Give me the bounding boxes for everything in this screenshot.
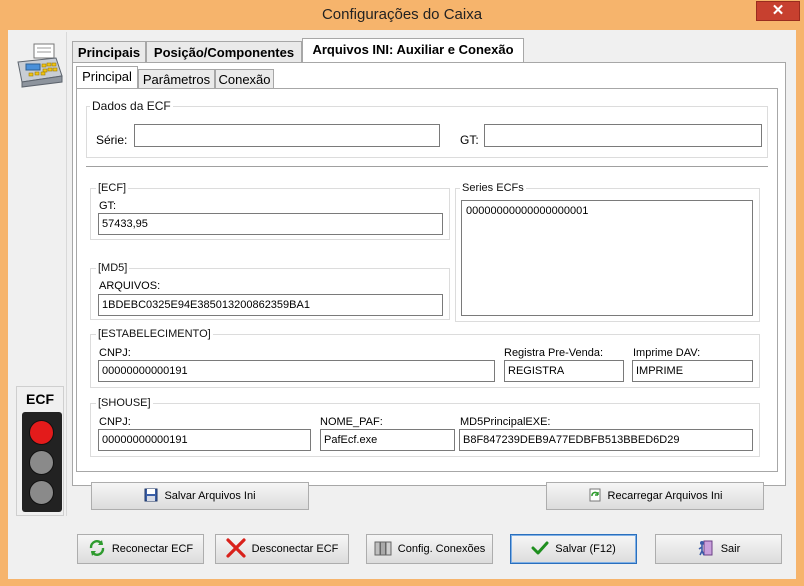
window-title: Configurações do Caixa bbox=[321, 6, 483, 23]
status-green-light bbox=[29, 480, 54, 505]
shouse-cnpj-label: CNPJ: bbox=[99, 416, 131, 428]
separator bbox=[86, 166, 768, 167]
registra-pre-venda-label: Registra Pre-Venda: bbox=[504, 347, 604, 359]
registra-pre-venda-input[interactable]: REGISTRA bbox=[504, 360, 624, 382]
recarregar-arquivos-ini-label: Recarregar Arquivos Ini bbox=[607, 490, 723, 502]
server-icon bbox=[374, 539, 392, 560]
md5-principal-exe-label: MD5PrincipalEXE: bbox=[460, 416, 551, 428]
tab-arquivos-ini[interactable]: Arquivos INI: Auxiliar e Conexão bbox=[302, 38, 524, 63]
traffic-light bbox=[22, 412, 62, 512]
desconectar-ecf-button[interactable]: Desconectar ECF bbox=[215, 534, 349, 564]
exit-door-icon bbox=[697, 539, 715, 560]
refresh-icon bbox=[88, 539, 106, 560]
shouse-legend: [SHOUSE] bbox=[96, 397, 153, 409]
md5-principal-exe-input[interactable]: B8F847239DEB9A77EDBFB513BBED6D29 bbox=[459, 429, 753, 451]
nome-paf-label: NOME_PAF: bbox=[320, 416, 383, 428]
list-item[interactable]: 00000000000000000001 bbox=[466, 205, 748, 217]
status-red-light bbox=[29, 420, 54, 445]
tab-posicao-componentes[interactable]: Posição/Componentes bbox=[146, 41, 302, 63]
dados-ecf-legend: Dados da ECF bbox=[90, 99, 173, 113]
reconectar-ecf-button[interactable]: Reconectar ECF bbox=[77, 534, 204, 564]
cash-register-icon bbox=[12, 42, 66, 88]
imprime-dav-input[interactable]: IMPRIME bbox=[632, 360, 753, 382]
sair-button[interactable]: Sair bbox=[655, 534, 782, 564]
ecf-gt-input[interactable]: 57433,95 bbox=[98, 213, 443, 235]
reconectar-ecf-label: Reconectar ECF bbox=[111, 543, 194, 555]
salvar-f12-button[interactable]: Salvar (F12) bbox=[510, 534, 637, 564]
close-icon: ✕ bbox=[771, 2, 785, 19]
estabelecimento-legend: [ESTABELECIMENTO] bbox=[96, 328, 213, 340]
imprime-dav-label: Imprime DAV: bbox=[633, 347, 701, 359]
serie-input[interactable] bbox=[134, 124, 440, 147]
salvar-f12-label: Salvar (F12) bbox=[555, 543, 616, 555]
estab-cnpj-input[interactable]: 00000000000191 bbox=[98, 360, 495, 382]
sair-label: Sair bbox=[720, 543, 741, 555]
gt-label: GT: bbox=[460, 133, 479, 147]
subtab-conexao[interactable]: Conexão bbox=[215, 69, 274, 89]
close-button[interactable]: ✕ bbox=[756, 1, 800, 21]
floppy-disk-icon bbox=[144, 488, 158, 505]
salvar-arquivos-ini-label: Salvar Arquivos Ini bbox=[164, 490, 256, 502]
config-conexoes-button[interactable]: Config. Conexões bbox=[366, 534, 493, 564]
nome-paf-input[interactable]: PafEcf.exe bbox=[320, 429, 455, 451]
md5-arquivos-label: ARQUIVOS: bbox=[99, 280, 161, 292]
estab-cnpj-label: CNPJ: bbox=[99, 347, 131, 359]
recarregar-arquivos-ini-button[interactable]: Recarregar Arquivos Ini bbox=[546, 482, 764, 510]
series-ecfs-list[interactable]: 00000000000000000001 bbox=[461, 200, 753, 316]
desconectar-ecf-label: Desconectar ECF bbox=[251, 543, 339, 555]
series-ecfs-legend: Series ECFs bbox=[460, 182, 526, 194]
reload-file-icon bbox=[588, 488, 602, 505]
red-x-icon bbox=[225, 537, 246, 561]
ecf-legend: [ECF] bbox=[96, 182, 129, 194]
md5-arquivos-input[interactable]: 1BDEBC0325E94E385013200862359BA1 bbox=[98, 294, 443, 316]
ecf-status-label: ECF bbox=[26, 391, 54, 407]
tab-principais[interactable]: Principais bbox=[72, 41, 146, 63]
subtab-parametros[interactable]: Parâmetros bbox=[138, 69, 215, 89]
ecf-gt-label: GT: bbox=[99, 200, 117, 212]
gt-input[interactable] bbox=[484, 124, 762, 147]
serie-label: Série: bbox=[96, 133, 128, 147]
config-conexoes-label: Config. Conexões bbox=[397, 543, 486, 555]
subtab-principal[interactable]: Principal bbox=[76, 66, 138, 89]
checkmark-icon bbox=[531, 540, 549, 559]
salvar-arquivos-ini-button[interactable]: Salvar Arquivos Ini bbox=[91, 482, 309, 510]
md5-legend: [MD5] bbox=[96, 262, 130, 274]
shouse-cnpj-input[interactable]: 00000000000191 bbox=[98, 429, 311, 451]
status-yellow-light bbox=[29, 450, 54, 475]
